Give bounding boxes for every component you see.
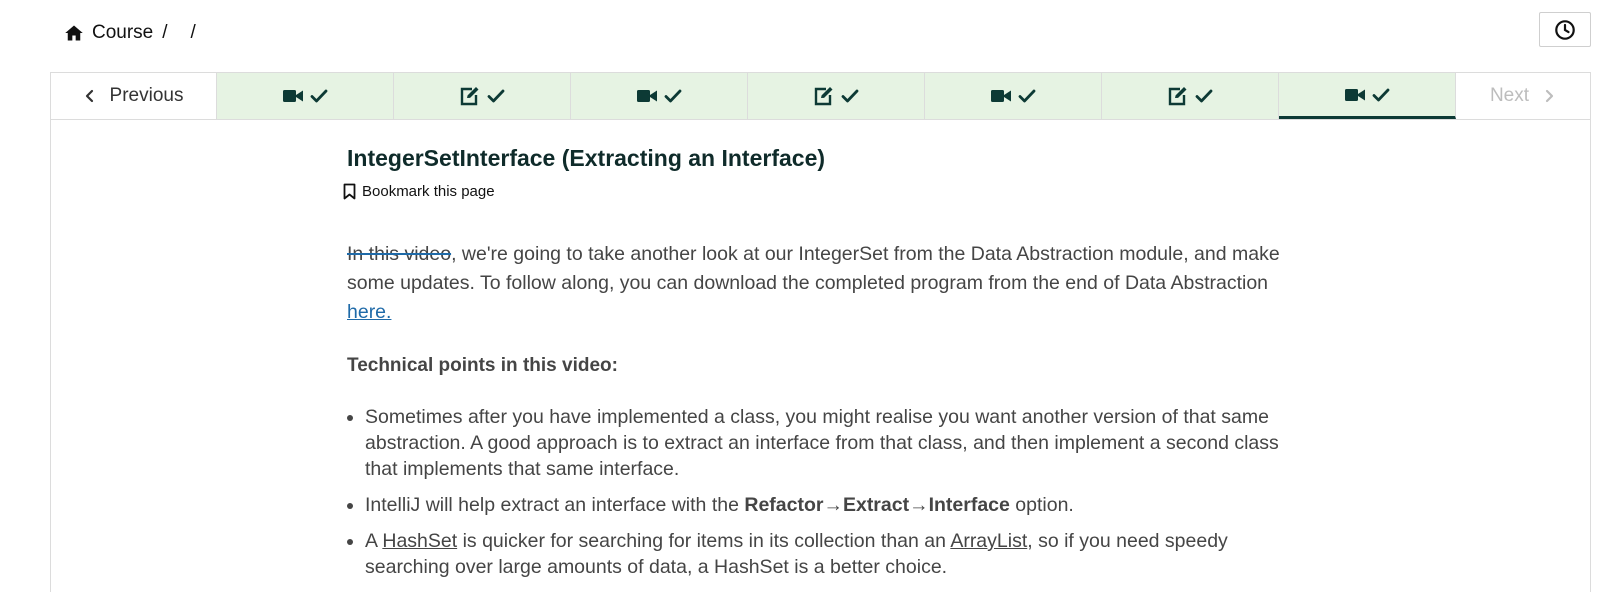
check-icon [1195,89,1213,103]
bookmark-icon [343,183,356,200]
check-icon [487,89,505,103]
edit-icon [814,87,833,106]
point-text: A [365,530,383,552]
bookmark-button[interactable]: Bookmark this page [343,183,1287,200]
clock-icon [1555,19,1575,40]
point-text: Sometimes after you have implemented a c… [365,406,1279,480]
edit-icon [460,87,479,106]
check-icon [310,89,328,103]
section-heading: Technical points in this video: [347,355,618,376]
breadcrumb-course-link[interactable]: Course [92,22,153,44]
sequence-tab-video[interactable] [925,73,1102,119]
arraylist-term: ArrayList [950,530,1028,552]
check-icon [664,89,682,103]
point-text: is quicker for searching for items in it… [457,530,951,552]
check-icon [1372,88,1390,101]
home-icon[interactable] [64,23,84,43]
bookmark-label: Bookmark this page [362,183,495,200]
breadcrumb: Course / / [64,20,196,46]
intro-text: , we're going to take another look at ou… [347,243,1280,294]
download-link[interactable]: here. [347,301,391,323]
previous-button[interactable]: Previous [51,73,217,119]
unit-content: IntegerSetInterface (Extracting an Inter… [343,140,1287,590]
check-icon [1018,89,1036,103]
list-item: Sometimes after you have implemented a c… [365,404,1287,482]
sequence-tab-problem[interactable] [1102,73,1279,119]
sequence-navigation: Previous Next [51,73,1590,120]
chevron-right-icon [1545,89,1554,103]
point-text: IntelliJ will help extract an interface … [365,494,745,516]
technical-points-list: Sometimes after you have implemented a c… [347,404,1287,580]
history-button[interactable] [1539,12,1591,47]
edit-icon [1168,87,1187,106]
video-icon [991,90,1011,102]
sequence-tab-problem[interactable] [748,73,925,119]
list-item: IntelliJ will help extract an interface … [365,492,1287,518]
video-icon [283,90,303,102]
video-icon [1345,88,1365,101]
page-title: IntegerSetInterface (Extracting an Inter… [347,145,826,171]
sequence-tab-problem[interactable] [394,73,571,119]
point-text: option. [1009,494,1074,516]
intro-struck-text: In this video [347,243,452,265]
sequence-tab-video-active[interactable] [1279,73,1456,119]
hashset-term: HashSet [382,530,458,552]
breadcrumb-separator: / [190,22,196,43]
breadcrumb-separator: / [162,22,168,43]
sequence-tab-video[interactable] [217,73,394,119]
video-icon [637,90,657,102]
list-item: A HashSet is quicker for searching for i… [365,528,1287,580]
next-button[interactable]: Next [1456,73,1589,119]
sequence-tab-video[interactable] [571,73,748,119]
intro-paragraph: In this video, we're going to take anoth… [347,240,1287,327]
next-label: Next [1489,85,1530,106]
previous-label: Previous [109,85,184,106]
chevron-left-icon [85,89,93,103]
menu-path: Refactor→Extract→Interface [744,494,1010,516]
check-icon [841,89,859,103]
